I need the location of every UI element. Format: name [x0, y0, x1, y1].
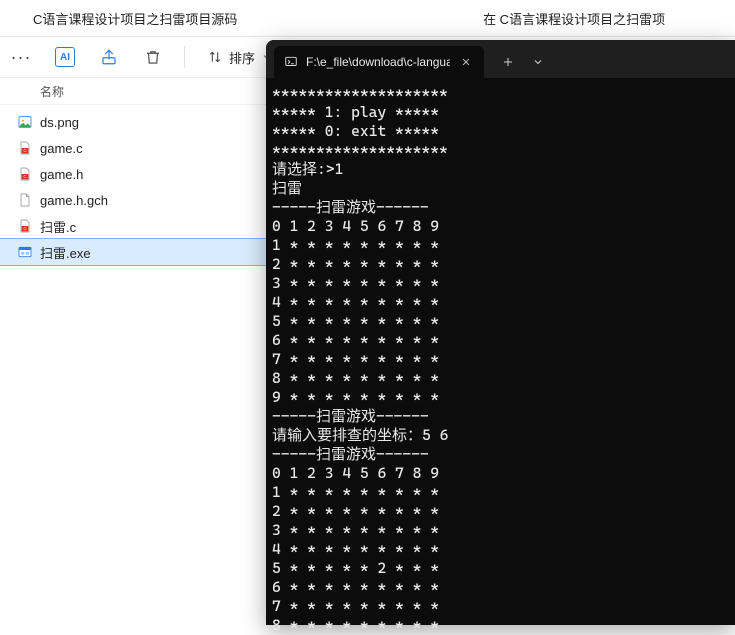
- file-file-icon: [16, 191, 34, 209]
- terminal-tab-title: F:\e_file\download\c-langua: [306, 55, 450, 69]
- csrc-file-icon: C: [16, 217, 34, 235]
- close-icon: [461, 57, 471, 67]
- sort-icon: [207, 49, 223, 65]
- file-name: game.h: [40, 167, 83, 182]
- trash-icon: [144, 48, 162, 66]
- terminal-window: F:\e_file\download\c-langua ************…: [266, 40, 735, 625]
- csrc-file-icon: C: [16, 139, 34, 157]
- file-name: 扫雷.exe: [40, 243, 91, 262]
- window-captions: C语言课程设计项目之扫雷项目源码 在 C语言课程设计项目之扫雷项: [0, 0, 735, 36]
- image-file-icon: [16, 113, 34, 131]
- ellipsis-icon: ···: [11, 47, 32, 68]
- delete-button[interactable]: [136, 40, 170, 74]
- window-title-left: C语言课程设计项目之扫雷项目源码: [23, 0, 283, 36]
- sort-label: 排序: [229, 48, 255, 67]
- plus-icon: [502, 56, 514, 68]
- ai-icon: AI: [55, 47, 75, 67]
- more-actions-button[interactable]: ···: [4, 40, 38, 74]
- file-name: game.c: [40, 141, 83, 156]
- csrc-file-icon: C: [16, 165, 34, 183]
- file-name: game.h.gch: [40, 193, 108, 208]
- chevron-down-icon: [532, 56, 544, 68]
- file-name: 扫雷.c: [40, 217, 76, 236]
- share-icon: [100, 48, 118, 66]
- file-name: ds.png: [40, 115, 79, 130]
- ai-button[interactable]: AI: [48, 40, 82, 74]
- terminal-icon: [284, 55, 298, 69]
- terminal-tab[interactable]: F:\e_file\download\c-langua: [274, 46, 484, 78]
- terminal-output[interactable]: ******************** ***** 1: play *****…: [266, 78, 735, 635]
- tab-dropdown-button[interactable]: [524, 46, 552, 78]
- window-title-right: 在 C语言课程设计项目之扫雷项: [473, 0, 735, 36]
- new-tab-button[interactable]: [492, 46, 524, 78]
- exe-file-icon: [16, 243, 34, 261]
- terminal-titlebar[interactable]: F:\e_file\download\c-langua: [266, 40, 735, 78]
- tab-close-button[interactable]: [458, 54, 474, 70]
- share-button[interactable]: [92, 40, 126, 74]
- column-name-header: 名称: [40, 83, 64, 100]
- toolbar-separator: [184, 46, 185, 68]
